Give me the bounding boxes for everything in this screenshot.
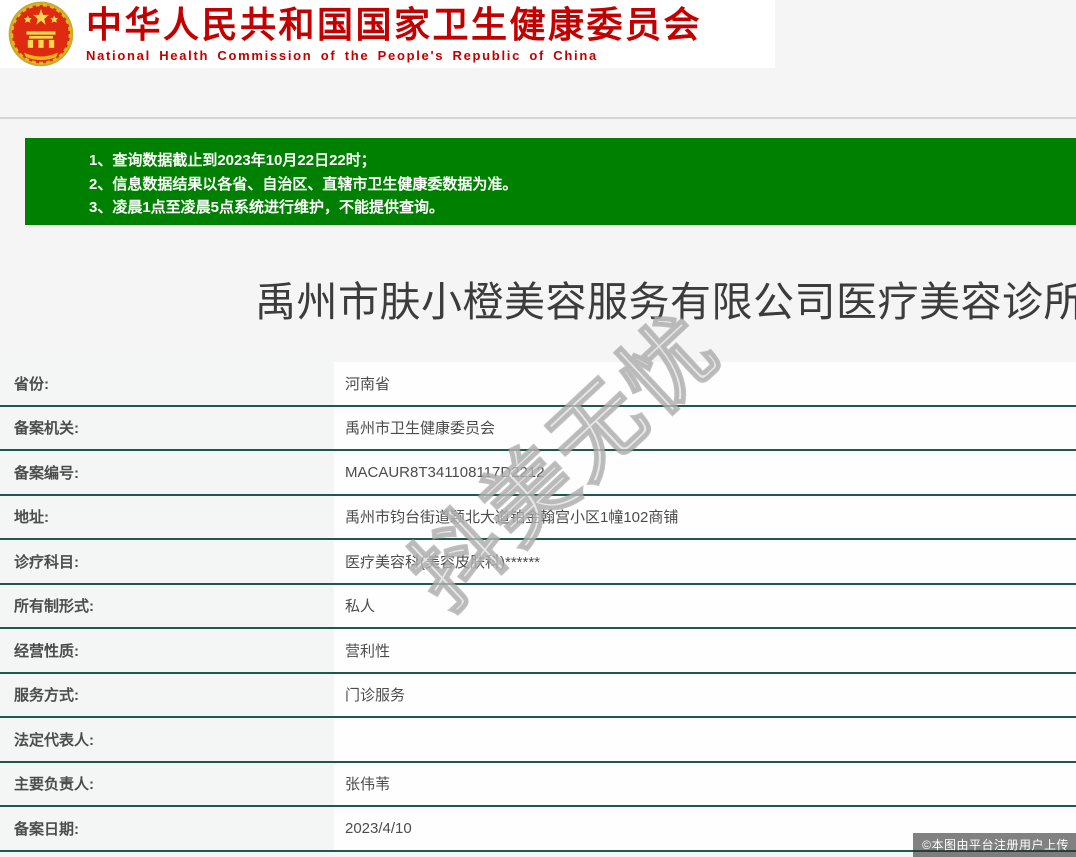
header-title-cn: 中华人民共和国国家卫生健康委员会 xyxy=(86,4,703,45)
record-table: 省份: 河南省 备案机关: 禹州市卫生健康委员会 备案编号: MACAUR8T3… xyxy=(0,362,1076,852)
field-label: 备案日期: xyxy=(0,807,334,850)
table-row-principal: 主要负责人: 张伟苇 xyxy=(0,762,1076,807)
field-label: 经营性质: xyxy=(0,629,334,672)
field-value: 河南省 xyxy=(334,362,1076,405)
field-label: 备案编号: xyxy=(0,451,334,494)
table-row-province: 省份: 河南省 xyxy=(0,362,1076,407)
field-value xyxy=(334,718,1076,761)
field-label: 所有制形式: xyxy=(0,584,334,627)
national-emblem-icon xyxy=(6,1,76,72)
table-row-legal-representative: 法定代表人: xyxy=(0,718,1076,763)
field-label: 备案机关: xyxy=(0,406,334,449)
field-value: 营利性 xyxy=(334,629,1076,672)
table-row-medical-subjects: 诊疗科目: 医疗美容科(美容皮肤科)****** xyxy=(0,540,1076,585)
field-value: 禹州市卫生健康委员会 xyxy=(334,406,1076,449)
field-label: 主要负责人: xyxy=(0,762,334,805)
field-value: 禹州市钧台街道颖北大道铂金翰宫小区1幢102商铺 xyxy=(334,495,1076,538)
notice-banner: 1、查询数据截止到2023年10月22日22时； 2、信息数据结果以各省、自治区… xyxy=(25,138,1076,225)
table-row-address: 地址: 禹州市钧台街道颖北大道铂金翰宫小区1幢102商铺 xyxy=(0,495,1076,540)
field-value: MACAUR8T341108117D2212 xyxy=(334,451,1076,494)
field-label: 服务方式: xyxy=(0,673,334,716)
header-divider xyxy=(0,117,1076,119)
field-value: 张伟苇 xyxy=(334,762,1076,805)
field-value: 医疗美容科(美容皮肤科)****** xyxy=(334,540,1076,583)
institution-title: 禹州市肤小橙美容服务有限公司医疗美容诊所 xyxy=(255,279,1076,325)
table-row-filing-number: 备案编号: MACAUR8T341108117D2212 xyxy=(0,451,1076,496)
field-label: 法定代表人: xyxy=(0,718,334,761)
table-row-business-nature: 经营性质: 营利性 xyxy=(0,629,1076,674)
field-label: 地址: xyxy=(0,495,334,538)
field-value: 门诊服务 xyxy=(334,673,1076,716)
table-row-ownership: 所有制形式: 私人 xyxy=(0,584,1076,629)
table-row-service-mode: 服务方式: 门诊服务 xyxy=(0,673,1076,718)
field-value: 私人 xyxy=(334,584,1076,627)
notice-line-1: 1、查询数据截止到2023年10月22日22时； xyxy=(89,152,376,169)
field-label: 省份: xyxy=(0,362,334,405)
upload-credit-badge: ©本图由平台注册用户上传 xyxy=(913,833,1076,857)
table-row-filing-authority: 备案机关: 禹州市卫生健康委员会 xyxy=(0,406,1076,451)
notice-line-2: 2、信息数据结果以各省、自治区、直辖市卫生健康委数据为准。 xyxy=(89,175,518,193)
notice-line-3: 3、凌晨1点至凌晨5点系统进行维护，不能提供查询。 xyxy=(89,199,445,216)
field-label: 诊疗科目: xyxy=(0,540,334,583)
site-header: 中华人民共和国国家卫生健康委员会 National Health Commiss… xyxy=(0,0,775,68)
header-title-en: National Health Commission of the People… xyxy=(86,48,598,63)
